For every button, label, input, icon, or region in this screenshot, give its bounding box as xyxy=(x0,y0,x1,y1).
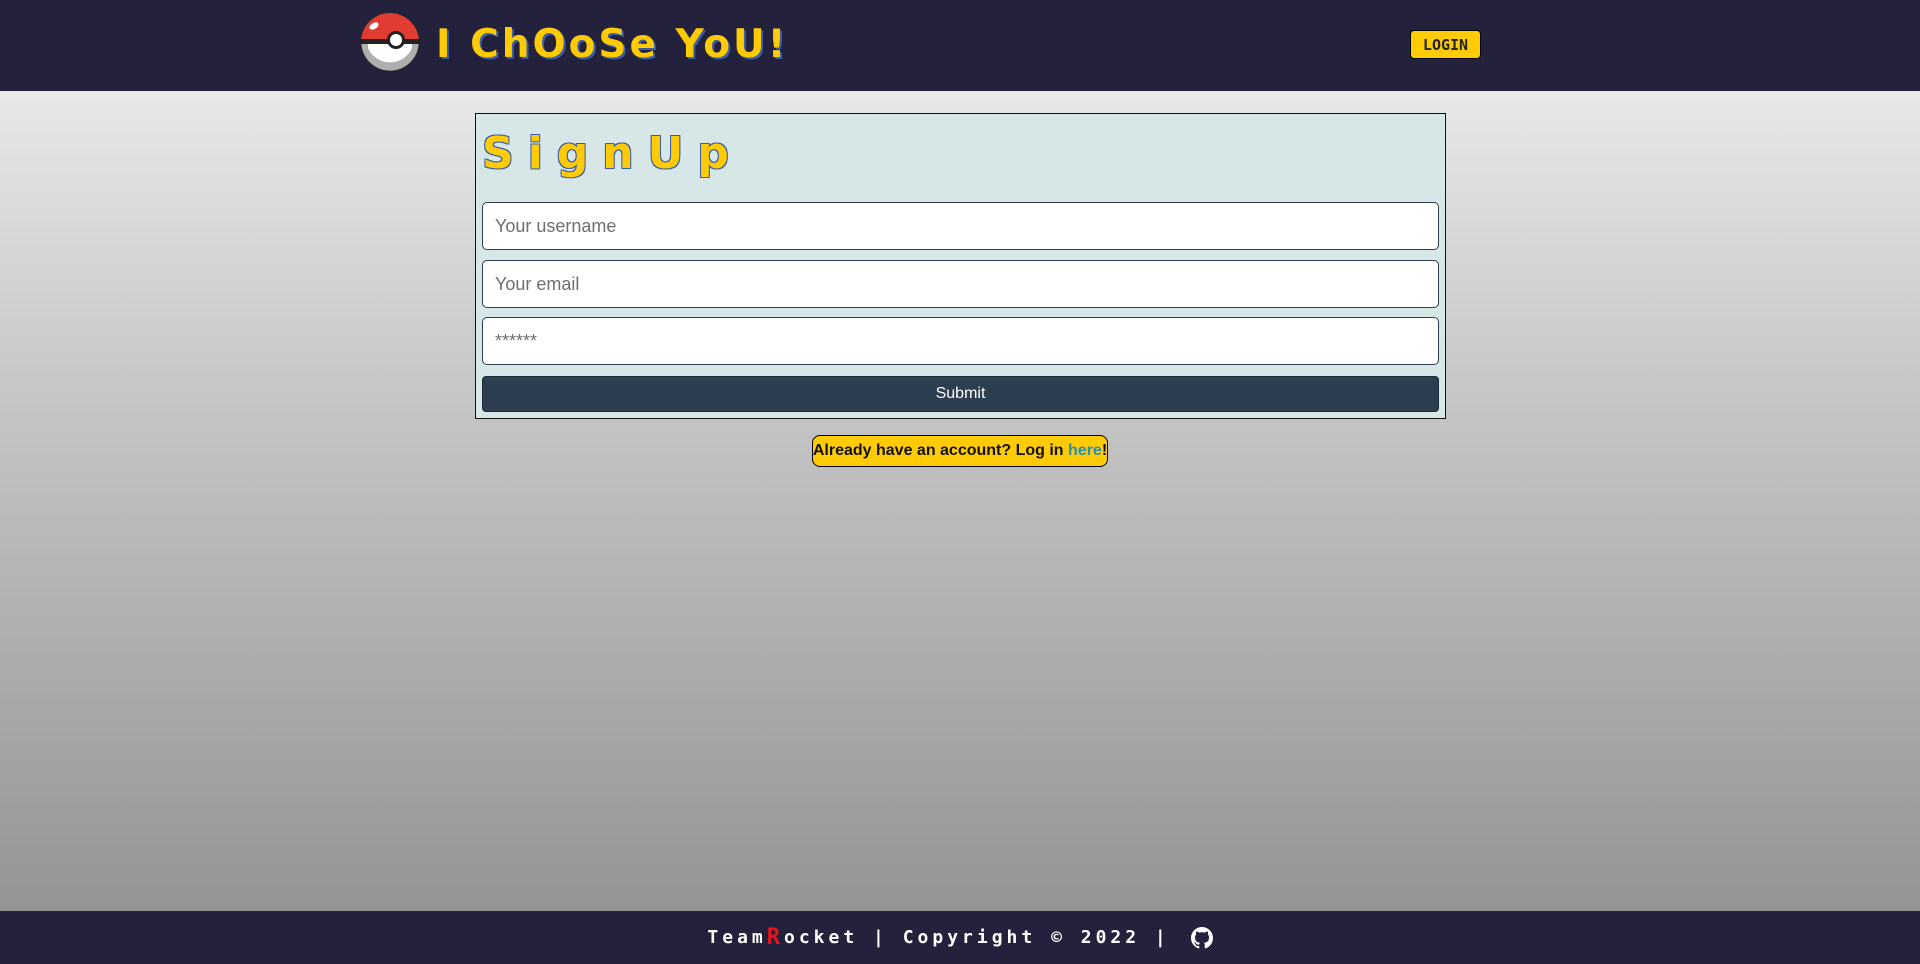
team-rest: ocket xyxy=(784,927,859,948)
footer: Team R ocket | Copyright © 2022 | xyxy=(0,911,1920,964)
username-input[interactable] xyxy=(482,202,1439,250)
login-button[interactable]: LOGIN xyxy=(1410,30,1481,59)
team-prefix: Team xyxy=(707,927,767,948)
login-here-link[interactable]: here xyxy=(1068,442,1102,460)
top-navbar: I ChOoSe YoU! LOGIN xyxy=(0,0,1920,91)
login-prompt-text: Already have an account? Log in xyxy=(812,442,1064,459)
login-prompt-suffix: ! xyxy=(1101,442,1108,459)
submit-button[interactable]: Submit xyxy=(482,376,1439,412)
email-input[interactable] xyxy=(482,260,1439,308)
password-input[interactable] xyxy=(482,317,1439,365)
team-r-letter: R xyxy=(766,925,784,950)
pokeball-icon[interactable] xyxy=(360,12,420,72)
signup-title: SignUp xyxy=(482,128,743,179)
brand-title[interactable]: I ChOoSe YoU! xyxy=(436,22,788,67)
login-prompt: Already have an account? Log in here! xyxy=(812,435,1108,467)
copyright-text: | Copyright © 2022 | xyxy=(858,927,1185,948)
github-icon[interactable] xyxy=(1190,926,1213,949)
signup-card: SignUp Submit xyxy=(475,113,1446,419)
